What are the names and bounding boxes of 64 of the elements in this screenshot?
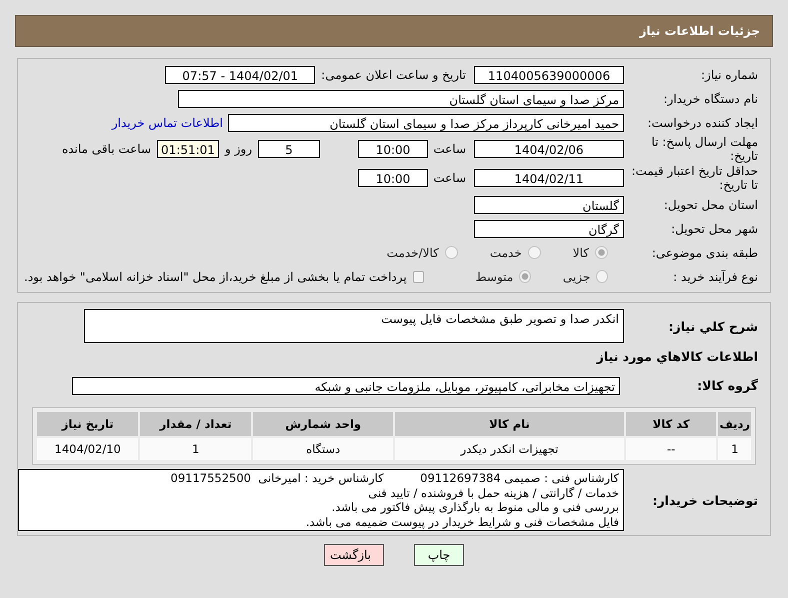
column-header: تعداد / مقدار [140, 412, 251, 436]
radio-label: خدمت [490, 246, 522, 260]
announce-date-field: 1404/02/01 - 07:57 [165, 66, 316, 84]
date-field: 1404/02/11 [474, 169, 624, 187]
radio-button[interactable] [596, 270, 608, 283]
note-line: فایل مشخصات فنی و شرایط خریدار در پیوست ضمیمه می باشد. [304, 514, 619, 529]
section-heading: اطلاعات کالاهاي مورد نیاز [595, 349, 759, 364]
need-number-field: 1104005639000006 [474, 66, 624, 84]
print-button[interactable]: چاپ [414, 544, 464, 566]
field-label: نوع فرآیند خرید : [672, 270, 759, 284]
table-cell: تجهیزات انکدر دیکدر [395, 438, 624, 460]
table-cell: دستگاه [252, 438, 394, 460]
field-label: استان محل تحویل: [662, 198, 759, 212]
field-label: توضیحات خریدار: [651, 492, 759, 508]
field-label: شرح کلي نیاز: [668, 318, 759, 334]
field-label: تاریخ و ساعت اعلان عمومی: [321, 68, 466, 82]
province-field: گلستان [474, 196, 624, 214]
radio-button[interactable] [595, 246, 608, 259]
column-header: کد کالا [626, 412, 716, 436]
field-label: مهلت ارسال پاسخ: تا تاریخ: [650, 135, 759, 163]
creator-field: حمید امیرخانی کارپرداز مرکز صدا و سیمای استان گلستان [228, 114, 624, 132]
field-label: شماره نیاز: [700, 68, 759, 82]
radio-label: کالا/خدمت [386, 246, 439, 260]
radio-button[interactable] [519, 270, 531, 283]
remaining-time-field: 01:51:01 [157, 140, 219, 158]
field-label: ایجاد کننده درخواست: [646, 116, 759, 130]
table-cell: 1 [718, 438, 751, 460]
page-title: جزئیات اطلاعات نیاز [639, 24, 760, 38]
days-field: 5 [258, 140, 320, 158]
radio-label: کالا [572, 246, 589, 260]
time-label: ساعت [436, 171, 466, 185]
time-label: ساعت [436, 142, 466, 156]
radio-button[interactable] [528, 246, 541, 259]
city-field: گرگان [474, 220, 624, 238]
description-field: انکدر صدا و تصویر طبق مشخصات فایل پیوست [84, 309, 624, 343]
date-field: 1404/02/06 [474, 140, 624, 158]
payment-note: پرداخت تمام یا بخشی از مبلغ خرید،از محل "اسناد خزانه اسلامی" خواهد بود. [24, 270, 407, 284]
contact-link[interactable]: اطلاعات تماس خریدار [112, 116, 223, 130]
column-header: تاریخ نیاز [37, 412, 138, 436]
field-label: گروه کالا: [696, 378, 759, 393]
note-line: بررسی فنی و مالی منوط به بارگذاری پیش فاکتور می باشد. [330, 500, 619, 514]
remaining-label: ساعت باقی مانده [62, 142, 151, 156]
table-cell: 1 [140, 438, 251, 460]
field-label: حداقل تاریخ اعتبار قیمت: تا تاریخ: [630, 164, 759, 192]
column-header: ردیف [718, 412, 751, 436]
radio-button[interactable] [444, 246, 458, 259]
buyer-field: مرکز صدا و سیمای استان گلستان [178, 90, 624, 108]
radio-label: متوسط [476, 270, 514, 284]
table-cell: -- [626, 438, 716, 460]
time-field: 10:00 [358, 169, 428, 187]
note-line: کارشناس فنی : صمیمی 09112697384 کارشناس خرید : امیرخانی 09117552500 [170, 471, 619, 486]
table-cell: 1404/02/10 [37, 438, 138, 460]
radio-label: جزیی [562, 270, 590, 284]
note-line: خدمات / گارانتی / هزینه حمل با فروشنده / تایید فنی [367, 486, 619, 500]
field-label: طبقه بندی موضوعی: [650, 246, 759, 260]
days-label: روز و [225, 142, 252, 156]
column-header: واحد شمارش [252, 412, 394, 436]
field-label: شهر محل تحویل: [670, 222, 759, 236]
time-field: 10:00 [358, 140, 428, 158]
field-label: نام دستگاه خریدار: [662, 92, 759, 106]
checkbox[interactable] [412, 270, 424, 282]
back-button[interactable]: بازگشت [324, 544, 384, 566]
goods-group-field: تجهیزات مخابراتی، کامپیوتر، موبایل، ملزومات جانبی و شبکه [72, 376, 620, 394]
column-header: نام کالا [395, 412, 624, 436]
